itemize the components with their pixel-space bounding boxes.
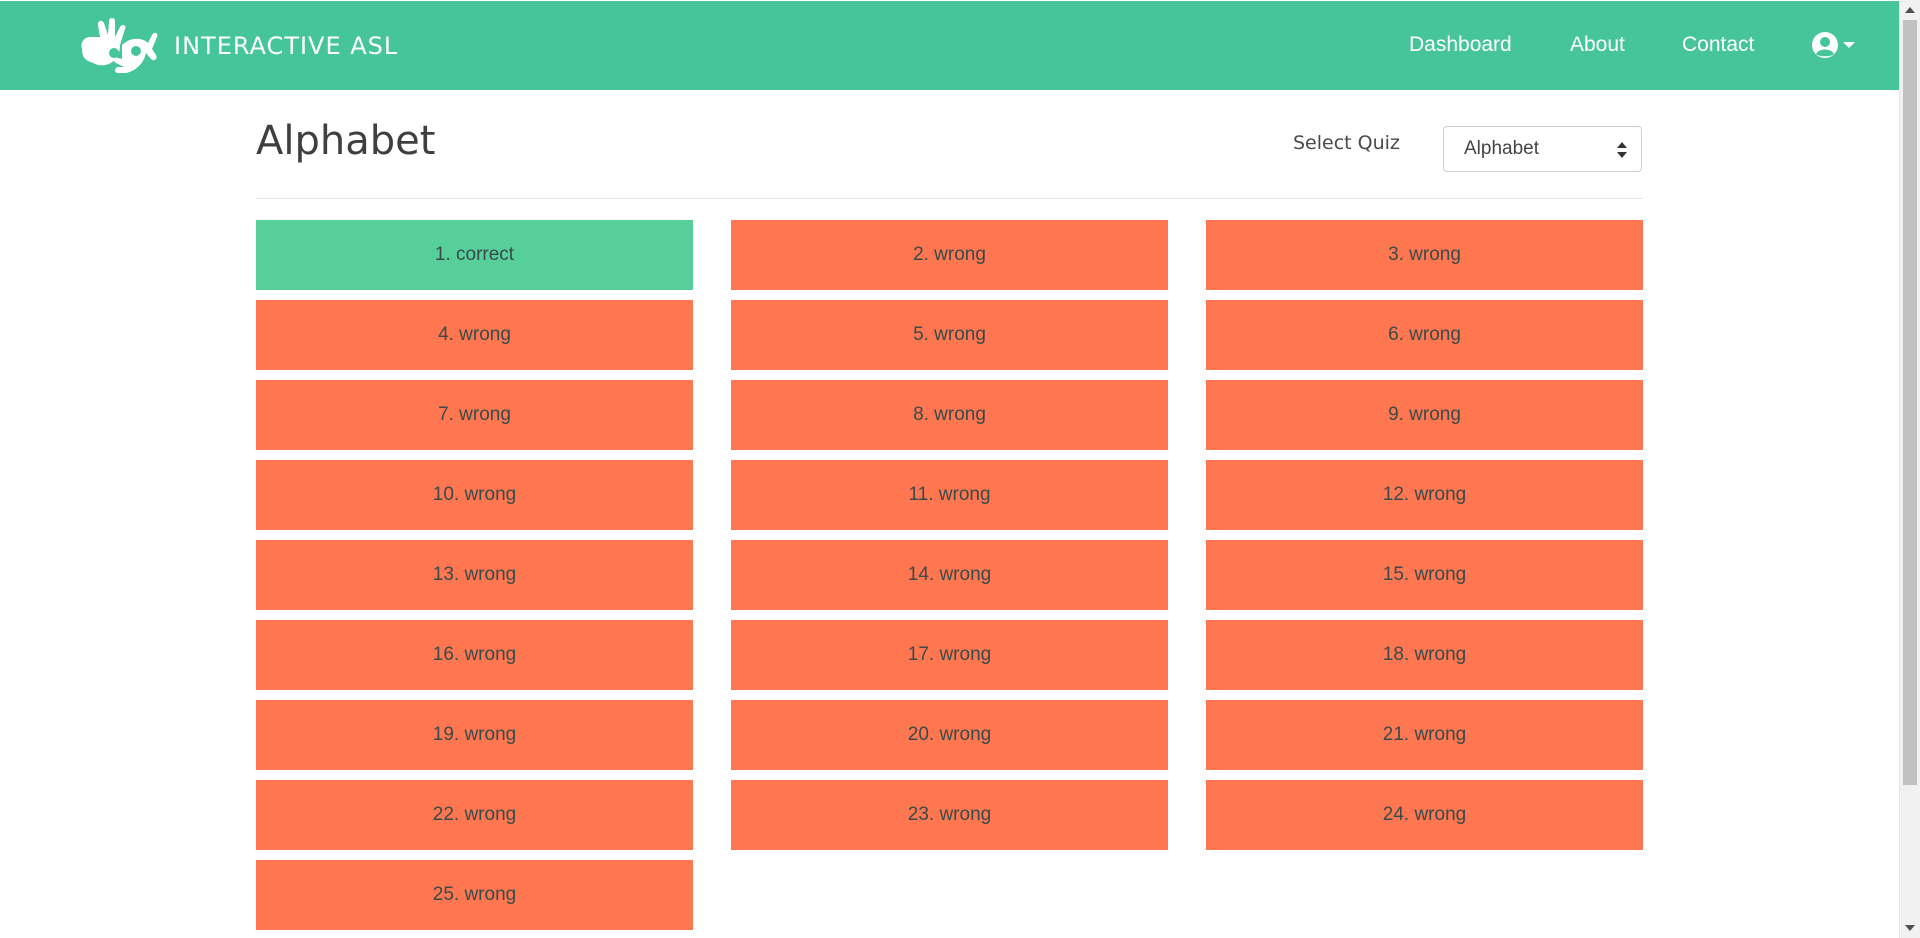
- scroll-up-arrow-icon[interactable]: [1905, 7, 1915, 13]
- divider: [256, 198, 1643, 199]
- quiz-select-value: Alphabet: [1464, 138, 1540, 159]
- result-tile[interactable]: 17. wrong: [731, 620, 1168, 690]
- select-arrows-icon: [1617, 142, 1627, 158]
- select-quiz-label: Select Quiz: [1293, 132, 1400, 154]
- nav-link-contact[interactable]: Contact: [1682, 33, 1754, 57]
- result-tile[interactable]: 1. correct: [256, 220, 693, 290]
- brand-link[interactable]: INTERACTIVE ASL: [78, 15, 398, 77]
- result-tile[interactable]: 6. wrong: [1206, 300, 1643, 370]
- nav-link-about[interactable]: About: [1570, 33, 1625, 57]
- result-tile[interactable]: 24. wrong: [1206, 780, 1643, 850]
- user-circle-icon: [1812, 32, 1838, 58]
- brand-name: INTERACTIVE ASL: [174, 32, 399, 60]
- result-tile[interactable]: 18. wrong: [1206, 620, 1643, 690]
- result-tile[interactable]: 20. wrong: [731, 700, 1168, 770]
- page: INTERACTIVE ASL Dashboard About Contact …: [0, 0, 1920, 938]
- results-grid: 1. correct 2. wrong 3. wrong 4. wrong 5. wro…: [256, 220, 1644, 930]
- result-tile[interactable]: 19. wrong: [256, 700, 693, 770]
- result-tile[interactable]: 9. wrong: [1206, 380, 1643, 450]
- result-tile[interactable]: 21. wrong: [1206, 700, 1643, 770]
- result-tile[interactable]: 15. wrong: [1206, 540, 1643, 610]
- chevron-down-icon: [1843, 42, 1855, 48]
- result-tile[interactable]: 14. wrong: [731, 540, 1168, 610]
- top-navbar: INTERACTIVE ASL Dashboard About Contact: [0, 1, 1899, 90]
- result-tile[interactable]: 23. wrong: [731, 780, 1168, 850]
- signing-hands-logo-icon: [81, 18, 158, 73]
- result-tile[interactable]: 16. wrong: [256, 620, 693, 690]
- result-tile[interactable]: 8. wrong: [731, 380, 1168, 450]
- result-tile[interactable]: 7. wrong: [256, 380, 693, 450]
- result-tile[interactable]: 10. wrong: [256, 460, 693, 530]
- result-tile[interactable]: 22. wrong: [256, 780, 693, 850]
- nav-link-dashboard[interactable]: Dashboard: [1409, 33, 1512, 57]
- result-tile[interactable]: 11. wrong: [731, 460, 1168, 530]
- result-tile[interactable]: 5. wrong: [731, 300, 1168, 370]
- result-tile[interactable]: 25. wrong: [256, 860, 693, 930]
- scroll-down-arrow-icon[interactable]: [1905, 925, 1915, 931]
- page-title: Alphabet: [256, 118, 436, 164]
- result-tile[interactable]: 2. wrong: [731, 220, 1168, 290]
- vertical-scrollbar[interactable]: [1899, 0, 1920, 938]
- result-tile[interactable]: 3. wrong: [1206, 220, 1643, 290]
- result-tile[interactable]: 4. wrong: [256, 300, 693, 370]
- scrollbar-thumb[interactable]: [1903, 20, 1917, 785]
- result-tile[interactable]: 13. wrong: [256, 540, 693, 610]
- result-tile[interactable]: 12. wrong: [1206, 460, 1643, 530]
- user-menu-toggle[interactable]: [1811, 31, 1855, 59]
- quiz-select[interactable]: Alphabet: [1443, 126, 1642, 172]
